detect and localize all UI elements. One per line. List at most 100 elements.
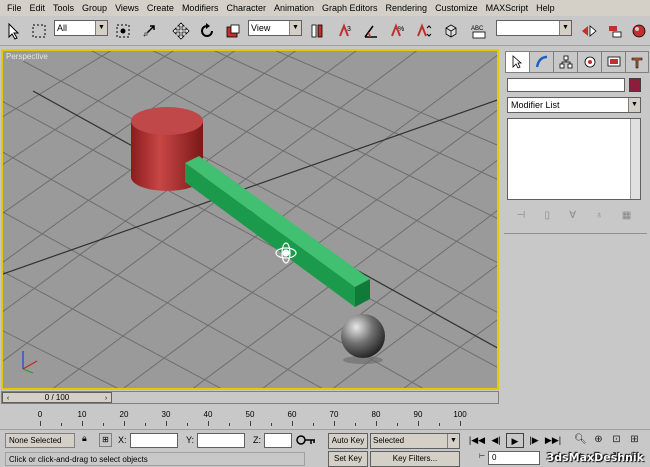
selection-filter-dropdown[interactable]: All ▼ <box>54 20 108 36</box>
chevron-down-icon: ▼ <box>628 98 640 112</box>
modifier-stack-scrollbar[interactable] <box>630 119 640 199</box>
trackbar-tick <box>313 423 314 426</box>
auto-key-button[interactable]: Auto Key <box>328 433 368 449</box>
motion-tab[interactable] <box>577 51 601 73</box>
utilities-tab[interactable] <box>625 51 649 73</box>
prompt-line: Click or click-and-drag to select object… <box>5 452 305 466</box>
menu-create[interactable]: Create <box>143 0 178 16</box>
set-keys-key-icon[interactable] <box>296 434 316 449</box>
command-panel-tabs <box>505 51 649 73</box>
set-key-button[interactable]: Set Key <box>328 451 368 467</box>
zoom-all-icon[interactable]: ⊕ <box>590 432 607 448</box>
trackbar-tick <box>355 423 356 426</box>
modifier-stack[interactable] <box>507 118 641 200</box>
menu-edit[interactable]: Edit <box>26 0 50 16</box>
configure-modifier-sets-icon[interactable]: ▦ <box>622 210 631 221</box>
perspective-viewport[interactable]: Perspective <box>1 49 499 390</box>
watermark: 3dsMaxDeshnik <box>546 451 644 464</box>
pivot-center-icon[interactable] <box>306 20 328 42</box>
z-coordinate-field[interactable] <box>264 433 292 448</box>
key-mode-dropdown[interactable]: Selected ▼ <box>370 433 460 449</box>
absolute-mode-toggle-icon[interactable]: ⊞ <box>99 433 112 447</box>
menu-help[interactable]: Help <box>532 0 559 16</box>
menu-modifiers[interactable]: Modifiers <box>178 0 223 16</box>
reference-coordinate-dropdown[interactable]: View ▼ <box>248 20 302 36</box>
object-name-field[interactable] <box>507 78 625 92</box>
prev-frame-arrow-icon[interactable]: ‹ <box>3 393 13 404</box>
display-tab[interactable] <box>601 51 625 73</box>
tick-label: 80 <box>371 410 381 419</box>
reference-coordinate-value: View <box>251 23 271 33</box>
time-slider-thumb[interactable]: ‹ 0 / 100 › <box>2 392 112 403</box>
chevron-down-icon: ▼ <box>95 21 107 35</box>
mirror-icon[interactable] <box>578 20 600 42</box>
hierarchy-tab[interactable] <box>553 51 577 73</box>
menu-character[interactable]: Character <box>222 0 270 16</box>
select-by-name-icon[interactable] <box>112 20 134 42</box>
y-coordinate-field[interactable] <box>197 433 245 448</box>
time-position: 0 / 100 <box>44 393 70 402</box>
play-icon[interactable]: ▶ <box>506 433 524 448</box>
object-color-swatch[interactable] <box>629 78 641 92</box>
material-editor-icon[interactable] <box>628 20 650 42</box>
previous-frame-icon[interactable]: ◀| <box>487 433 505 448</box>
angle-snap-icon[interactable] <box>360 20 382 42</box>
gray-sphere[interactable] <box>341 314 385 364</box>
window-crossing-icon[interactable] <box>138 20 160 42</box>
trackbar-tick <box>166 421 167 426</box>
viewport-label[interactable]: Perspective <box>6 52 48 61</box>
trackbar-tick <box>82 421 83 426</box>
menu-views[interactable]: Views <box>111 0 143 16</box>
zoom-extents-all-icon[interactable]: ⊞ <box>626 432 643 448</box>
trackbar[interactable]: 0 10 20 30 40 50 60 70 80 90 100 <box>0 405 470 429</box>
zoom-extents-icon[interactable]: ⊡ <box>608 432 625 448</box>
go-to-end-icon[interactable]: ▶▶| <box>544 433 562 448</box>
menu-tools[interactable]: Tools <box>49 0 78 16</box>
percent-snap-icon[interactable]: % <box>386 20 408 42</box>
go-to-start-icon[interactable]: |◀◀ <box>468 433 486 448</box>
key-mode-toggle-icon[interactable]: ⊢ <box>479 452 485 460</box>
pin-stack-icon[interactable]: ⊣ <box>517 210 526 221</box>
move-icon[interactable] <box>170 20 192 42</box>
modifier-list-dropdown[interactable]: Modifier List ▼ <box>507 97 641 113</box>
named-selection-set-dropdown[interactable]: ▼ <box>496 20 572 36</box>
menu-animation[interactable]: Animation <box>270 0 318 16</box>
menu-customize[interactable]: Customize <box>431 0 482 16</box>
named-selection-icon[interactable] <box>440 20 462 42</box>
menu-maxscript[interactable]: MAXScript <box>482 0 533 16</box>
trackbar-tick <box>397 423 398 426</box>
trackbar-tick <box>103 423 104 426</box>
viewport-scene <box>3 51 497 388</box>
modify-tab[interactable] <box>529 51 553 73</box>
tick-label: 10 <box>77 410 87 419</box>
zoom-icon[interactable]: 🔍︎ <box>572 432 589 448</box>
menu-file[interactable]: File <box>3 0 26 16</box>
next-frame-arrow-icon[interactable]: › <box>101 393 111 404</box>
menu-graph-editors[interactable]: Graph Editors <box>318 0 382 16</box>
snap-3d-icon[interactable]: 3 <box>334 20 356 42</box>
current-frame-field[interactable]: 0 <box>488 451 540 465</box>
show-end-result-icon[interactable]: ▯ <box>545 210 551 221</box>
green-box[interactable] <box>185 156 370 307</box>
time-slider[interactable]: ‹ 0 / 100 › <box>1 391 499 404</box>
create-tab[interactable] <box>505 51 529 73</box>
menu-group[interactable]: Group <box>78 0 111 16</box>
key-mode-value: Selected <box>373 436 405 445</box>
key-filters-button[interactable]: Key Filters... <box>370 451 460 467</box>
menu-rendering[interactable]: Rendering <box>382 0 432 16</box>
trackbar-tick <box>439 423 440 426</box>
edit-named-selection-icon[interactable]: ABC <box>468 20 490 42</box>
rectangle-region-icon[interactable] <box>28 20 50 42</box>
make-unique-icon[interactable]: ∀ <box>569 210 576 221</box>
x-coordinate-field[interactable] <box>130 433 178 448</box>
tick-label: 40 <box>203 410 213 419</box>
remove-modifier-icon[interactable]: ♁ <box>595 210 603 221</box>
align-icon[interactable] <box>604 20 626 42</box>
selection-lock-icon[interactable]: 🔒︎ <box>82 433 87 444</box>
next-frame-icon[interactable]: |▶ <box>525 433 543 448</box>
z-label: Z: <box>253 435 261 445</box>
select-object-icon[interactable] <box>4 20 26 42</box>
scale-icon[interactable] <box>222 20 244 42</box>
spinner-snap-icon[interactable] <box>412 20 434 42</box>
rotate-icon[interactable] <box>196 20 218 42</box>
